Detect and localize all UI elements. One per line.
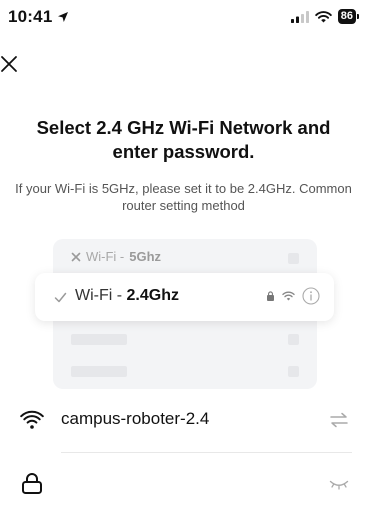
status-time: 10:41 <box>8 7 53 26</box>
check-icon <box>54 292 67 303</box>
password-row[interactable] <box>0 464 367 504</box>
network-24g-label: Wi-Fi - 2.4Ghz <box>75 287 179 305</box>
battery-tip <box>357 14 359 19</box>
lock-icon <box>267 291 274 301</box>
placeholder-bar <box>71 334 127 345</box>
network-24g-icons <box>266 287 320 305</box>
cross-icon <box>71 252 81 261</box>
page-subtitle: If your Wi-Fi is 5GHz, please set it to … <box>15 181 352 213</box>
lock-icon <box>22 473 42 494</box>
placeholder-square <box>288 253 299 264</box>
status-time-group: 10:41 <box>8 7 69 27</box>
info-icon <box>302 287 320 305</box>
wifi-icon <box>315 10 332 22</box>
signal-icon <box>290 10 309 23</box>
close-icon <box>1 56 17 72</box>
eye-closed-icon[interactable] <box>329 476 349 492</box>
battery-icon: 86 <box>337 9 359 24</box>
wifi-icon <box>20 410 44 429</box>
close-button[interactable] <box>0 52 24 76</box>
network-24g-band: 2.4Ghz <box>126 287 179 304</box>
network-5g-band: 5Ghz <box>129 249 162 264</box>
wifi-ssid-row[interactable]: campus-roboter-2.4 <box>0 400 367 440</box>
placeholder-bar <box>71 366 127 377</box>
page-title: Select 2.4 GHz Wi-Fi Network and enter p… <box>36 117 331 162</box>
network-24g-item: Wi-Fi - 2.4Ghz <box>35 273 334 321</box>
form-divider <box>61 452 352 453</box>
placeholder-square <box>288 366 299 377</box>
swap-network-icon[interactable] <box>329 411 349 429</box>
status-icons: 86 <box>290 9 359 24</box>
wifi-icon <box>282 291 295 301</box>
wifi-ssid-value[interactable]: campus-roboter-2.4 <box>61 409 209 429</box>
password-input[interactable] <box>61 470 311 498</box>
network-5g-prefix: Wi-Fi - <box>86 249 125 264</box>
network-24g-prefix: Wi-Fi - <box>75 287 127 304</box>
battery-level: 86 <box>337 9 356 24</box>
placeholder-square <box>288 334 299 345</box>
location-arrow-icon <box>58 12 69 22</box>
network-5g-item: Wi-Fi - 5Ghz <box>71 249 161 264</box>
status-bar: 10:41 86 <box>0 0 367 36</box>
